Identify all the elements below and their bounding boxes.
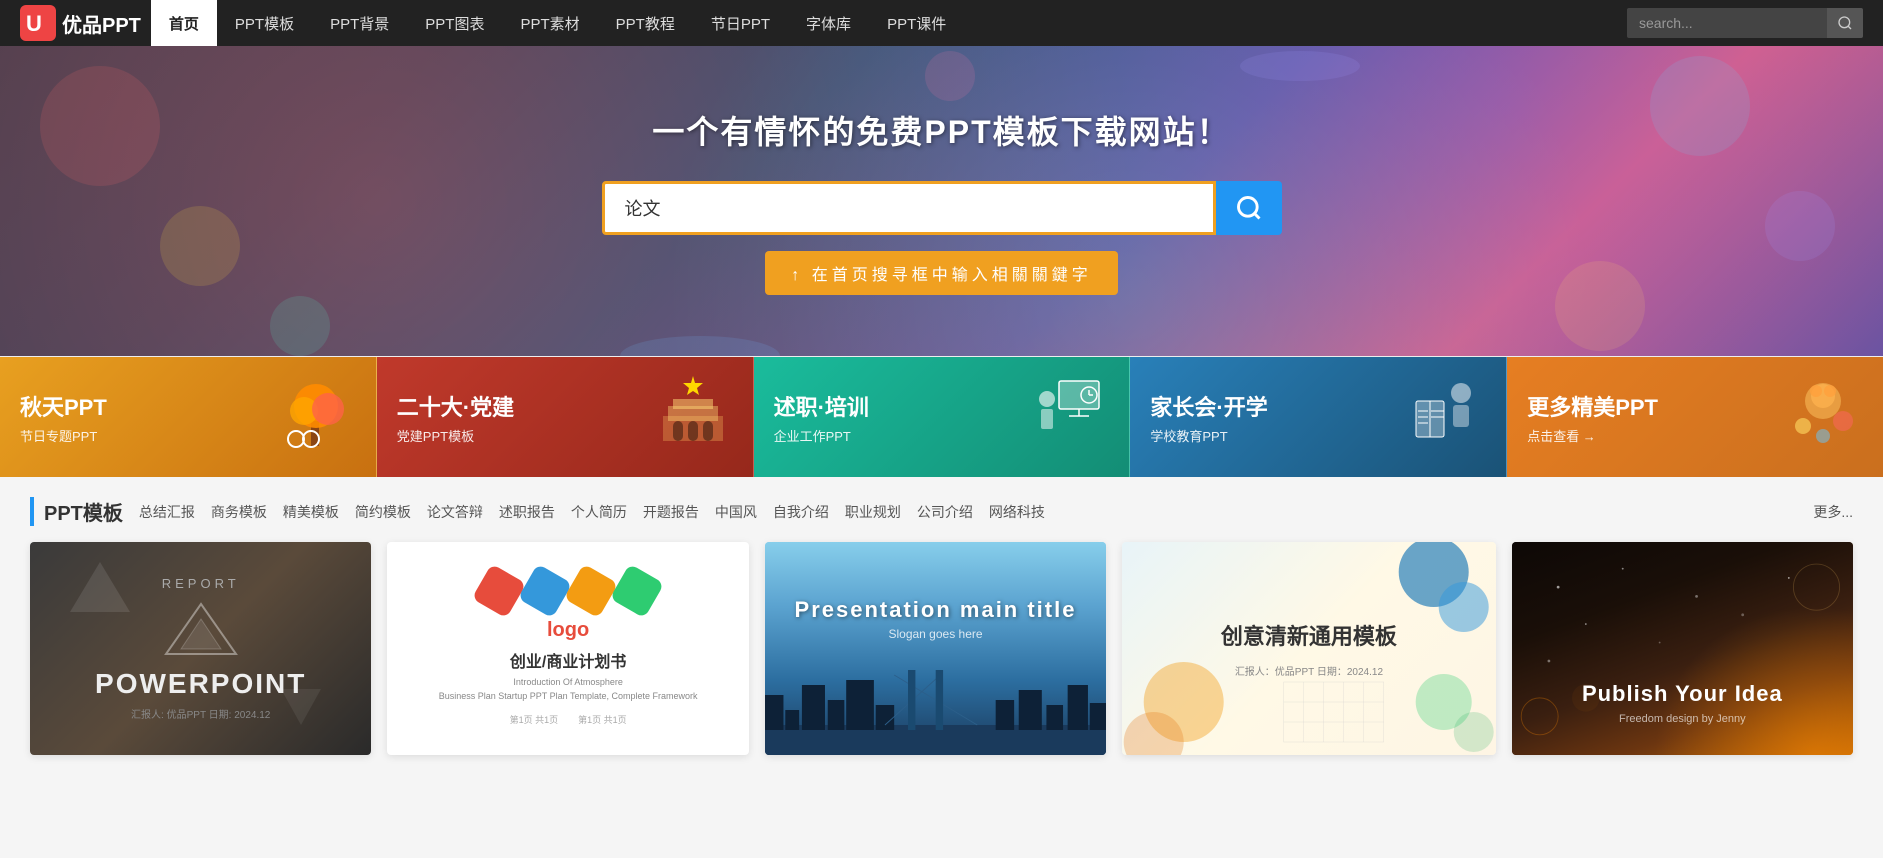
- tag-thesis[interactable]: 论文答辩: [427, 502, 483, 522]
- brand-name: 优品PPT: [62, 9, 141, 38]
- nav-item-templates[interactable]: PPT模板: [217, 0, 312, 46]
- tag-summary[interactable]: 总结汇报: [139, 502, 195, 522]
- triangle-deco-2: [281, 689, 321, 725]
- card1-main-label: POWERPOINT: [95, 668, 306, 700]
- triangle-deco-1: [70, 562, 130, 612]
- cat-title-party: 二十大·党建: [397, 390, 514, 422]
- template-card-5[interactable]: Publish Your Idea Freedom design by Jenn…: [1512, 542, 1853, 755]
- hero-title: 一个有情怀的免费PPT模板下载网站！: [652, 107, 1230, 153]
- nav-item-charts[interactable]: PPT图表: [407, 0, 502, 46]
- hex-red: [472, 564, 527, 619]
- more-tags-link[interactable]: 更多...: [1813, 502, 1853, 522]
- autumn-illustration: [276, 371, 356, 451]
- card2-title: 创业/商业计划书: [510, 648, 626, 672]
- hero-search-input[interactable]: 论文: [602, 181, 1216, 235]
- search-icon: [1235, 194, 1263, 222]
- cat-card-training[interactable]: 述职·培训 企业工作PPT: [754, 357, 1131, 477]
- hero-search-button[interactable]: [1216, 181, 1282, 235]
- section-header: PPT模板 总结汇报 商务模板 精美模板 简约模板 论文答辩 述职报告 个人简历…: [30, 497, 1853, 526]
- card4-title: 创意清新通用模板: [1221, 619, 1397, 651]
- city-silhouette: [765, 665, 1106, 755]
- template-grid: REPORT POWERPOINT 汇报人: 优品PPT 日期: 2024.12…: [30, 542, 1853, 755]
- hero-search-box: 论文: [602, 181, 1282, 235]
- tag-business[interactable]: 商务模板: [211, 502, 267, 522]
- card2-desc1: Introduction Of Atmosphere: [513, 676, 623, 690]
- template-card-3[interactable]: Presentation main title Slogan goes here: [765, 542, 1106, 755]
- card1-triangle-graphic: [161, 599, 241, 659]
- party-illustration: [653, 371, 733, 451]
- nav-search-area: [1627, 8, 1863, 38]
- navbar: U 优品PPT 首页 PPT模板 PPT背景 PPT图表 PPT素材 PPT教程…: [0, 0, 1883, 46]
- search-icon: [1837, 15, 1853, 31]
- card2-desc2: Business Plan Startup PPT Plan Template,…: [439, 690, 698, 704]
- training-illustration: [1029, 371, 1109, 451]
- cat-card-school[interactable]: 家长会·开学 学校教育PPT: [1130, 357, 1507, 477]
- cat-title-more: 更多精美PPT: [1527, 390, 1658, 422]
- hex-green: [610, 564, 665, 619]
- tag-career[interactable]: 职业规划: [845, 502, 901, 522]
- tag-resume[interactable]: 个人简历: [571, 502, 627, 522]
- cat-card-party[interactable]: 二十大·党建 党建PPT模板: [377, 357, 754, 477]
- card5-main: Publish Your Idea: [1582, 681, 1783, 707]
- nav-item-courses[interactable]: PPT课件: [869, 0, 964, 46]
- cat-sub-party: 党建PPT模板: [397, 426, 514, 445]
- nav-item-materials[interactable]: PPT素材: [502, 0, 597, 46]
- tag-chinese[interactable]: 中国风: [715, 502, 757, 522]
- template-card-1[interactable]: REPORT POWERPOINT 汇报人: 优品PPT 日期: 2024.12: [30, 542, 371, 755]
- logo[interactable]: U 优品PPT: [20, 5, 141, 41]
- card1-sub-label: 汇报人: 优品PPT 日期: 2024.12: [95, 706, 306, 721]
- cat-title-autumn: 秋天PPT: [20, 390, 107, 422]
- card2-info1: 第1页 共1页: [510, 713, 559, 726]
- card3-sub: Slogan goes here: [795, 627, 1077, 641]
- tag-report[interactable]: 述职报告: [499, 502, 555, 522]
- template-card-4[interactable]: 创意清新通用模板 汇报人：优品PPT 日期：2024.12: [1122, 542, 1495, 755]
- card2-info2: 第1页 共1页: [578, 713, 627, 726]
- nav-search-button[interactable]: [1827, 8, 1863, 38]
- card4-info: 汇报人：优品PPT 日期：2024.12: [1221, 663, 1397, 678]
- nav-item-fonts[interactable]: 字体库: [788, 0, 869, 46]
- template-section: PPT模板 总结汇报 商务模板 精美模板 简约模板 论文答辩 述职报告 个人简历…: [0, 477, 1883, 755]
- hero-hint: ↑ 在首页搜寻框中输入相關關鍵字: [765, 251, 1117, 295]
- hero-banner: 一个有情怀的免费PPT模板下载网站！ 论文 ↑ 在首页搜寻框中输入相關關鍵字: [0, 46, 1883, 356]
- nav-item-backgrounds[interactable]: PPT背景: [312, 0, 407, 46]
- template-card-2[interactable]: logo 创业/商业计划书 Introduction Of Atmosphere…: [387, 542, 748, 755]
- card2-logo: logo: [547, 619, 589, 642]
- card3-main: Presentation main title: [795, 597, 1077, 623]
- cat-card-autumn[interactable]: 秋天PPT 节日专题PPT: [0, 357, 377, 477]
- cat-sub-more: 点击查看 →: [1527, 426, 1658, 445]
- nav-items: 首页 PPT模板 PPT背景 PPT图表 PPT素材 PPT教程 节日PPT 字…: [151, 0, 1627, 46]
- school-illustration: [1406, 371, 1486, 451]
- cat-sub-school: 学校教育PPT: [1150, 426, 1267, 445]
- hex-blue: [518, 564, 573, 619]
- tag-proposal[interactable]: 开题报告: [643, 502, 699, 522]
- cat-sub-training: 企业工作PPT: [774, 426, 869, 445]
- hex-yellow: [564, 564, 619, 619]
- category-cards: 秋天PPT 节日专题PPT 二十大·党建 党建PPT模板: [0, 356, 1883, 477]
- tag-tech[interactable]: 网络科技: [989, 502, 1045, 522]
- cat-card-more[interactable]: 更多精美PPT 点击查看 →: [1507, 357, 1883, 477]
- nav-item-tutorials[interactable]: PPT教程: [598, 0, 693, 46]
- section-title: PPT模板: [30, 497, 123, 526]
- nav-search-input[interactable]: [1627, 8, 1827, 38]
- nav-item-home[interactable]: 首页: [151, 0, 217, 46]
- cat-title-school: 家长会·开学: [1150, 390, 1267, 422]
- cat-title-training: 述职·培训: [774, 390, 869, 422]
- nav-item-holiday[interactable]: 节日PPT: [693, 0, 788, 46]
- svg-text:U: U: [26, 11, 42, 36]
- tag-intro[interactable]: 自我介绍: [773, 502, 829, 522]
- cat-sub-autumn: 节日专题PPT: [20, 426, 107, 445]
- more-illustration: [1783, 371, 1863, 451]
- tag-beautiful[interactable]: 精美模板: [283, 502, 339, 522]
- tag-simple[interactable]: 简约模板: [355, 502, 411, 522]
- card5-sub: Freedom design by Jenny: [1582, 713, 1783, 725]
- tag-company[interactable]: 公司介绍: [917, 502, 973, 522]
